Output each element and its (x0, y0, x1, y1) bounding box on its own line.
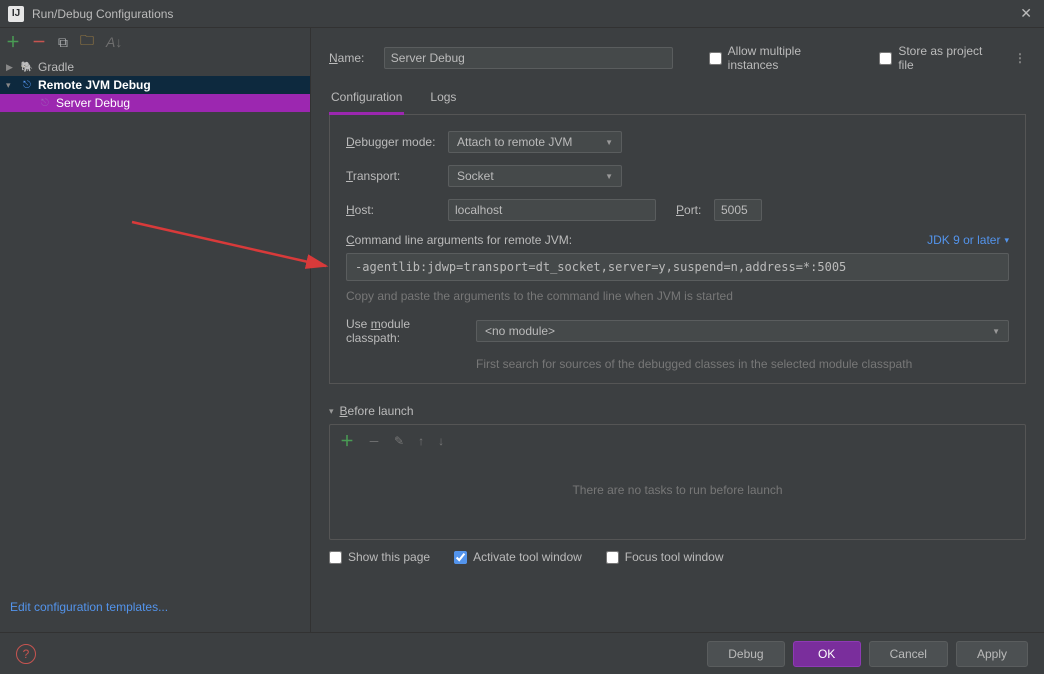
bottom-checks: Show this page Activate tool window Focu… (329, 550, 1026, 564)
chevron-down-icon: ▼ (605, 138, 613, 147)
server-debug-icon: ⎋ (38, 96, 52, 110)
transport-select[interactable]: Socket ▼ (448, 165, 622, 187)
tree-item-server-debug[interactable]: ⎋ Server Debug (0, 94, 310, 112)
cancel-button[interactable]: Cancel (869, 641, 948, 667)
cmd-args-label: Command line arguments for remote JVM: (346, 233, 572, 247)
focus-tool-label: Focus tool window (625, 550, 724, 564)
store-project-checkbox[interactable]: Store as project file (879, 44, 998, 72)
ok-button[interactable]: OK (793, 641, 861, 667)
tabs: Configuration Logs (329, 84, 1026, 115)
store-project-label: Store as project file (898, 44, 998, 72)
content-panel: Name: Allow multiple instances Store as … (311, 28, 1044, 632)
debugger-mode-value: Attach to remote JVM (457, 135, 572, 149)
before-launch-section: ▾ Before launch ＋ － ✎ ↑ ↓ There are no t… (329, 404, 1026, 564)
cmd-args-hint: Copy and paste the arguments to the comm… (346, 289, 1009, 303)
close-icon[interactable]: ✕ (1016, 5, 1036, 22)
activate-tool-label: Activate tool window (473, 550, 582, 564)
chevron-down-icon: ▼ (992, 327, 1000, 336)
sidebar: ＋ － ⧉ 🗀 A↓ ▶ 🐘 Gradle ▾ ⎋ Remote JVM Deb… (0, 28, 311, 632)
chevron-down-icon: ▾ (6, 80, 16, 91)
module-classpath-value: <no module> (485, 324, 555, 338)
chevron-right-icon: ▶ (6, 62, 16, 73)
remote-debug-icon: ⎋ (20, 78, 34, 92)
tree-label: Remote JVM Debug (38, 78, 151, 92)
module-classpath-label: Use module classpath: (346, 317, 466, 345)
sidebar-toolbar: ＋ － ⧉ 🗀 A↓ (0, 28, 310, 56)
configuration-panel: Debugger mode: Attach to remote JVM ▼ Tr… (329, 115, 1026, 384)
app-icon: IJ (8, 6, 24, 22)
more-options-icon[interactable]: ⋮ (1014, 51, 1026, 65)
chevron-down-icon: ▼ (605, 172, 613, 181)
name-input[interactable] (384, 47, 673, 69)
show-page-checkbox[interactable]: Show this page (329, 550, 430, 564)
show-page-label: Show this page (348, 550, 430, 564)
cmd-args-label-row: Command line arguments for remote JVM: J… (346, 233, 1009, 247)
add-task-icon[interactable]: ＋ (340, 431, 354, 451)
apply-button[interactable]: Apply (956, 641, 1028, 667)
jdk-version-select[interactable]: JDK 9 or later ▾ (927, 233, 1009, 247)
module-classpath-select[interactable]: <no module> ▼ (476, 320, 1009, 342)
allow-multiple-checkbox[interactable]: Allow multiple instances (709, 44, 852, 72)
allow-multiple-label: Allow multiple instances (728, 44, 852, 72)
before-launch-header[interactable]: ▾ Before launch (329, 404, 1026, 418)
tab-configuration[interactable]: Configuration (329, 84, 404, 115)
before-launch-box: ＋ － ✎ ↑ ↓ There are no tasks to run befo… (329, 424, 1026, 540)
edit-templates-link[interactable]: Edit configuration templates... (10, 600, 168, 614)
module-classpath-hint: First search for sources of the debugged… (476, 357, 1009, 371)
add-config-icon[interactable]: ＋ (6, 32, 20, 52)
debug-button[interactable]: Debug (707, 641, 784, 667)
host-input[interactable] (448, 199, 656, 221)
port-label: Port: (676, 203, 704, 217)
help-icon[interactable]: ? (16, 644, 36, 664)
activate-tool-checkbox[interactable]: Activate tool window (454, 550, 582, 564)
move-up-icon[interactable]: ↑ (418, 434, 424, 448)
transport-value: Socket (457, 169, 494, 183)
tree-item-gradle[interactable]: ▶ 🐘 Gradle (0, 58, 310, 76)
port-input[interactable] (714, 199, 762, 221)
cmd-args-box[interactable]: -agentlib:jdwp=transport=dt_socket,serve… (346, 253, 1009, 281)
host-label: Host: (346, 203, 438, 217)
window-title: Run/Debug Configurations (32, 7, 1016, 21)
dialog-footer: ? Debug OK Cancel Apply (0, 632, 1044, 674)
copy-config-icon[interactable]: ⧉ (58, 34, 68, 51)
before-launch-empty: There are no tasks to run before launch (330, 457, 1025, 539)
debugger-mode-select[interactable]: Attach to remote JVM ▼ (448, 131, 622, 153)
debugger-mode-label: Debugger mode: (346, 135, 438, 149)
edit-task-icon[interactable]: ✎ (394, 434, 404, 448)
tree-item-remote-jvm[interactable]: ▾ ⎋ Remote JVM Debug (0, 76, 310, 94)
move-down-icon[interactable]: ↓ (438, 434, 444, 448)
config-tree: ▶ 🐘 Gradle ▾ ⎋ Remote JVM Debug ⎋ Server… (0, 56, 310, 590)
folder-icon[interactable]: 🗀 (80, 30, 94, 54)
transport-label: Transport: (346, 169, 438, 183)
focus-tool-checkbox[interactable]: Focus tool window (606, 550, 724, 564)
titlebar: IJ Run/Debug Configurations ✕ (0, 0, 1044, 28)
tree-label: Server Debug (56, 96, 130, 110)
before-launch-title: Before launch (340, 404, 414, 418)
tab-logs[interactable]: Logs (428, 84, 458, 114)
remove-task-icon[interactable]: － (368, 433, 380, 450)
tree-label: Gradle (38, 60, 74, 74)
name-label: Name: (329, 51, 376, 65)
sort-icon[interactable]: A↓ (106, 34, 122, 50)
chevron-down-icon: ▾ (329, 406, 334, 417)
remove-config-icon[interactable]: － (32, 32, 46, 52)
gradle-icon: 🐘 (20, 60, 34, 74)
name-row: Name: Allow multiple instances Store as … (329, 44, 1026, 72)
before-launch-toolbar: ＋ － ✎ ↑ ↓ (330, 425, 1025, 457)
